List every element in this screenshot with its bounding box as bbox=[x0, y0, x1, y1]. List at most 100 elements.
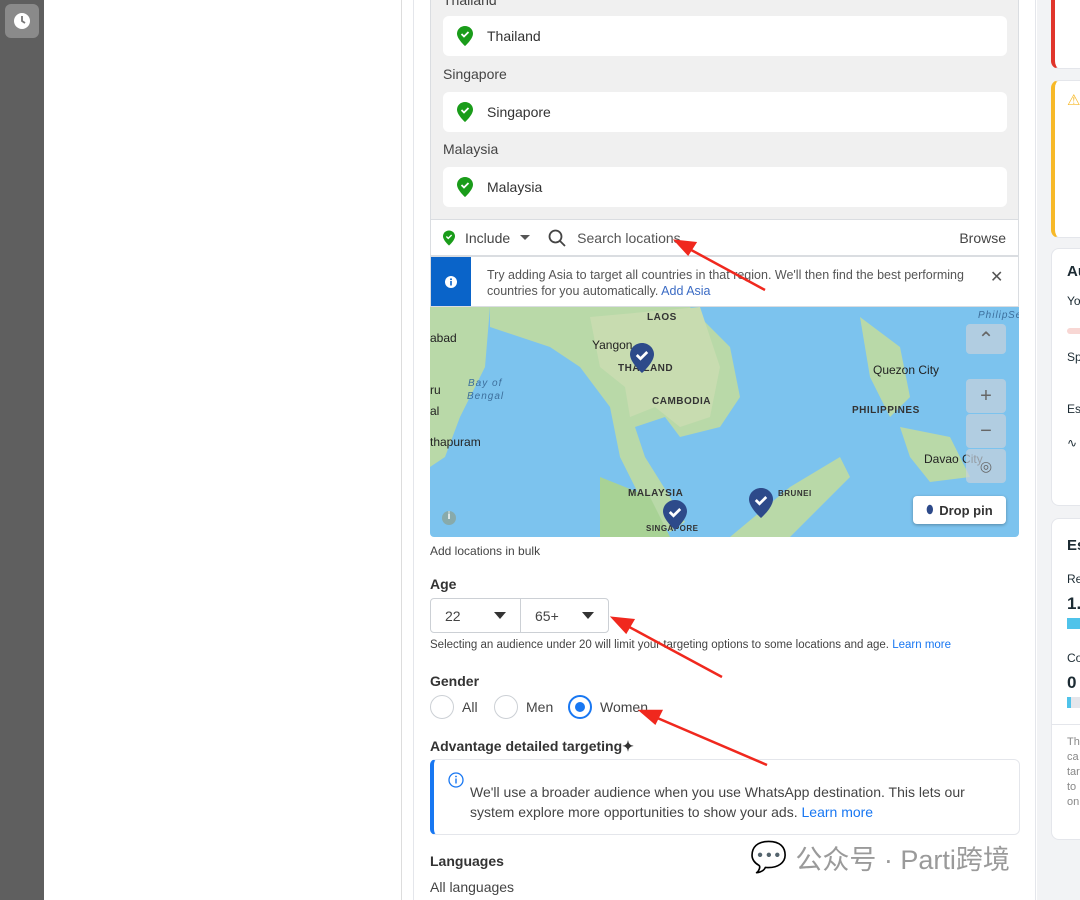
footer-line: tar bbox=[1067, 766, 1080, 778]
card-text: Yo bbox=[1067, 294, 1080, 308]
age-max-value: 65+ bbox=[535, 607, 559, 624]
add-asia-notice: Try adding Asia to target all countries … bbox=[430, 256, 1019, 307]
divider bbox=[401, 0, 402, 900]
error-card bbox=[1051, 0, 1080, 69]
caret-down-icon bbox=[520, 235, 531, 240]
close-icon[interactable]: ✕ bbox=[990, 257, 1018, 306]
map-label: Philip bbox=[978, 310, 1009, 321]
map-pan-up-button[interactable]: ⌃ bbox=[966, 324, 1006, 354]
reach-label: Re bbox=[1067, 572, 1080, 586]
info-icon bbox=[448, 772, 464, 788]
age-max-select[interactable]: 65+ bbox=[520, 598, 609, 633]
footer-line: to bbox=[1067, 781, 1077, 793]
map-marker-icon bbox=[630, 343, 654, 373]
map-info-icon[interactable]: i bbox=[442, 511, 456, 525]
age-min-select[interactable]: 22 bbox=[430, 598, 521, 633]
audience-definition-card: Au Yo Sp Es ∿ bbox=[1051, 248, 1080, 506]
info-icon-box bbox=[431, 257, 471, 306]
map-label: BRUNEI bbox=[778, 489, 812, 498]
left-sidebar bbox=[0, 0, 44, 900]
zoom-in-button[interactable]: + bbox=[966, 379, 1006, 413]
info-icon bbox=[445, 275, 457, 288]
map-label: Quezon City bbox=[873, 363, 940, 377]
search-icon bbox=[548, 229, 566, 247]
gender-men-radio[interactable] bbox=[494, 695, 518, 719]
age-label: Age bbox=[430, 576, 457, 592]
advantage-text: We'll use a broader audience when you us… bbox=[470, 784, 965, 820]
age-note: Selecting an audience under 20 will limi… bbox=[430, 639, 951, 651]
map-label: LAOS bbox=[647, 312, 677, 323]
location-pin-icon bbox=[457, 177, 473, 197]
gender-label: Gender bbox=[430, 673, 480, 689]
caret-down-icon bbox=[582, 612, 594, 619]
location-name: Thailand bbox=[487, 28, 541, 44]
browse-button[interactable]: Browse bbox=[959, 230, 1006, 246]
card-text: Es bbox=[1067, 402, 1080, 416]
map-label: CAMBODIA bbox=[652, 396, 711, 407]
gender-all-radio[interactable] bbox=[430, 695, 454, 719]
drop-pin-label: Drop pin bbox=[939, 502, 993, 518]
card-title: Es bbox=[1067, 537, 1080, 554]
location-item[interactable]: Singapore bbox=[443, 92, 1007, 132]
advantage-learn-more-link[interactable]: Learn more bbox=[802, 804, 874, 820]
reach-value: 1. bbox=[1067, 594, 1080, 613]
location-name: Malaysia bbox=[487, 179, 543, 195]
advantage-notice: We'll use a broader audience when you us… bbox=[430, 759, 1020, 835]
notice-text: Try adding Asia to target all countries … bbox=[487, 268, 964, 298]
location-item[interactable]: Malaysia bbox=[443, 167, 1007, 207]
advantage-label: Advantage detailed targeting✦ bbox=[430, 738, 634, 755]
pin-icon: ⬮ bbox=[926, 503, 934, 516]
include-dropdown[interactable]: Include bbox=[443, 229, 531, 246]
history-button[interactable] bbox=[5, 4, 39, 38]
map-label: ru bbox=[430, 383, 441, 397]
footer-line: Th bbox=[1067, 736, 1080, 748]
card-title: Au bbox=[1067, 263, 1080, 280]
gender-option-label: All bbox=[462, 699, 478, 715]
reach-bar bbox=[1067, 618, 1080, 629]
map-label: abad bbox=[430, 331, 457, 345]
map-label: Yangon bbox=[592, 338, 633, 352]
audience-meter bbox=[1067, 328, 1080, 334]
add-asia-link[interactable]: Add Asia bbox=[661, 284, 710, 298]
map-label: Bay of bbox=[468, 378, 503, 389]
estimated-results-card: Es Re 1. Co 0 Th ca tar to on bbox=[1051, 518, 1080, 840]
locate-button[interactable]: ◎ bbox=[966, 449, 1006, 483]
map-label: al bbox=[430, 404, 440, 418]
map-label: Se bbox=[1008, 310, 1019, 321]
location-pin-icon bbox=[457, 102, 473, 122]
location-name: Singapore bbox=[487, 104, 551, 120]
card-footer: Th ca tar to on bbox=[1052, 724, 1080, 810]
conversions-value: 0 bbox=[1067, 673, 1077, 692]
warning-icon: ⚠ bbox=[1067, 92, 1080, 109]
map-label: Bengal bbox=[467, 391, 505, 402]
conversions-label: Co bbox=[1067, 651, 1080, 665]
clock-icon bbox=[14, 13, 30, 29]
languages-value[interactable]: All languages bbox=[430, 879, 514, 895]
location-group-label: Singapore bbox=[443, 66, 507, 82]
trend-icon: ∿ bbox=[1067, 436, 1078, 450]
wechat-icon: 💬 bbox=[750, 841, 788, 874]
gender-option-label: Women bbox=[600, 699, 648, 715]
age-note-text: Selecting an audience under 20 will limi… bbox=[430, 639, 890, 651]
footer-line: ca bbox=[1067, 751, 1079, 763]
gender-women-radio[interactable] bbox=[568, 695, 592, 719]
include-label: Include bbox=[465, 229, 511, 246]
footer-line: on bbox=[1067, 796, 1080, 808]
search-locations-input[interactable]: Search locations bbox=[577, 230, 959, 246]
card-text: Sp bbox=[1067, 350, 1080, 364]
location-group-label: Malaysia bbox=[443, 141, 499, 157]
location-pin-icon bbox=[443, 230, 455, 245]
advantage-label-text: Advantage detailed targeting bbox=[430, 738, 623, 754]
gender-option-label: Men bbox=[526, 699, 554, 715]
warning-card: ⚠ bbox=[1051, 80, 1080, 238]
map-marker-icon bbox=[663, 500, 687, 530]
languages-label: Languages bbox=[430, 853, 504, 869]
add-locations-bulk-link[interactable]: Add locations in bulk bbox=[430, 544, 540, 558]
location-item[interactable]: Thailand bbox=[443, 16, 1007, 56]
location-search-bar: Include Search locations Browse bbox=[430, 220, 1019, 256]
zoom-out-button[interactable]: − bbox=[966, 414, 1006, 448]
age-learn-more-link[interactable]: Learn more bbox=[892, 639, 951, 651]
caret-down-icon bbox=[494, 612, 506, 619]
drop-pin-button[interactable]: ⬮ Drop pin bbox=[913, 496, 1006, 524]
watermark-text: 公众号 · Parti跨境 bbox=[795, 845, 1010, 875]
